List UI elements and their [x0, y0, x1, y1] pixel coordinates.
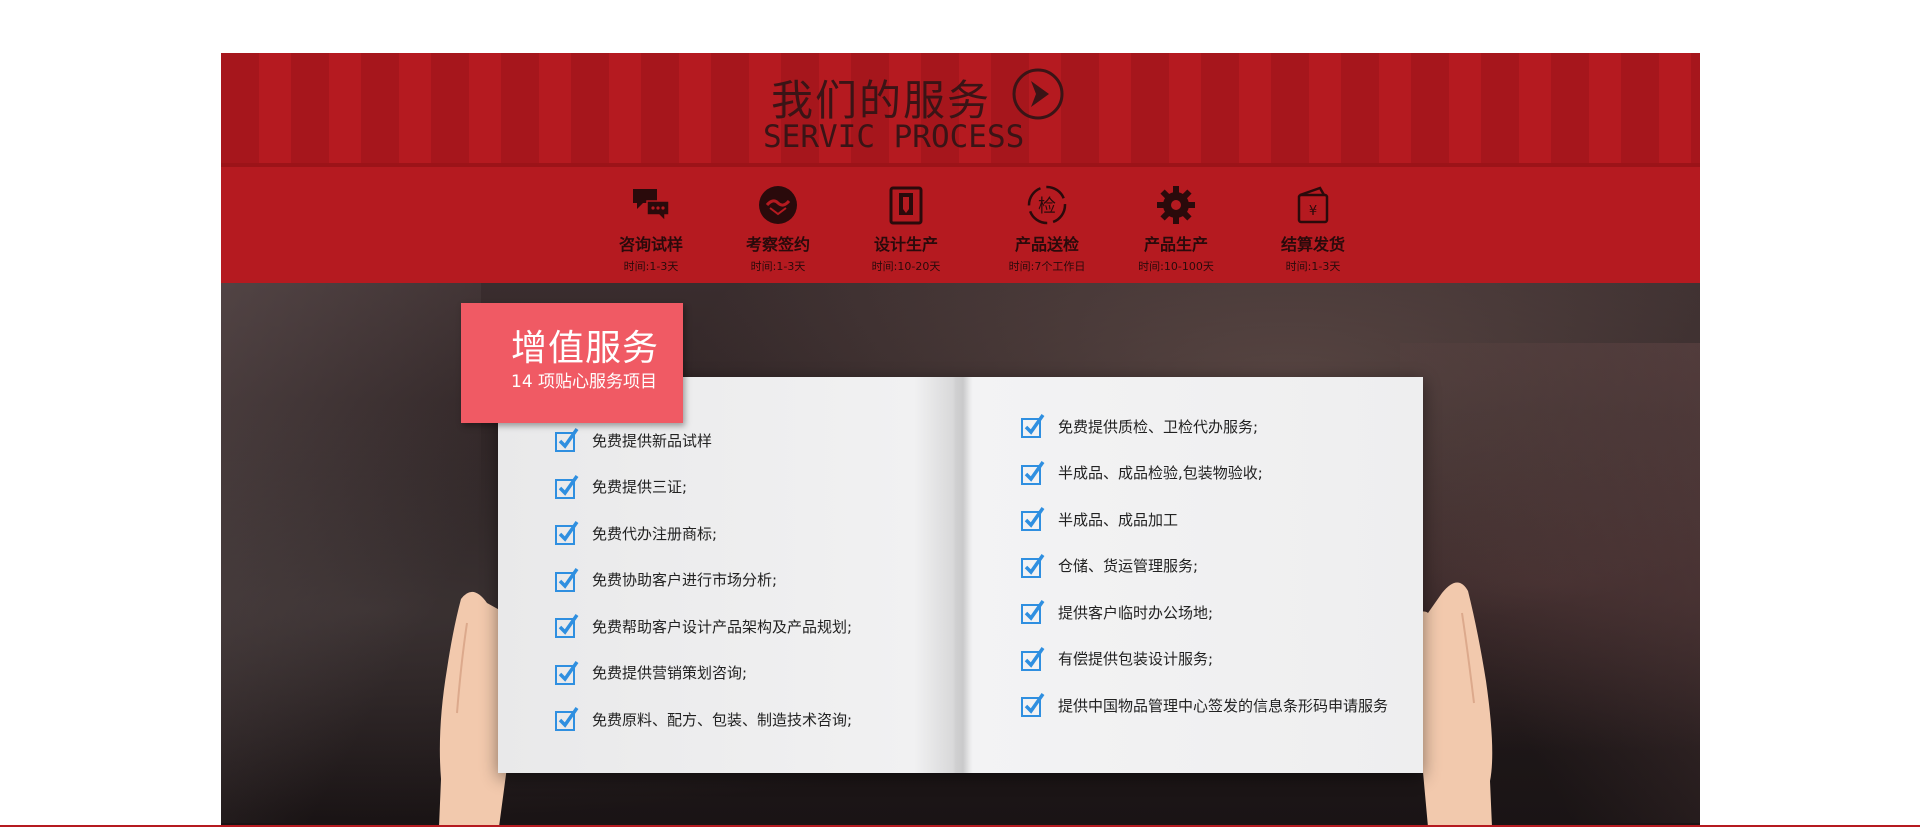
list-item: 提供客户临时办公场地;	[1020, 589, 1388, 636]
list-item: 有偿提供包装设计服务;	[1020, 636, 1388, 683]
checkbox-checked-icon	[1021, 553, 1045, 578]
list-item: 免费提供新品试样	[554, 417, 852, 464]
checkbox-checked-icon	[555, 521, 579, 546]
checkbox-checked-icon	[1021, 600, 1045, 625]
design-icon	[889, 186, 923, 225]
step-name: 考察签约	[745, 235, 810, 254]
checkbox-checked-icon	[1021, 507, 1045, 532]
step-name: 产品送检	[1014, 235, 1079, 254]
step-time: 时间:7个工作日	[1008, 260, 1086, 273]
value-added-tag: 增值服务 14 项贴心服务项目	[461, 303, 683, 423]
checkbox-checked-icon	[555, 614, 579, 639]
step-name: 咨询试样	[618, 235, 683, 254]
step-visit-sign: 考察签约 时间:1-3天	[718, 183, 838, 274]
list-item: 仓储、货运管理服务;	[1020, 543, 1388, 590]
list-item: 半成品、成品检验,包装物验收;	[1020, 450, 1388, 497]
step-time: 时间:1-3天	[623, 260, 679, 273]
value-added-subtitle: 14 项贴心服务项目	[511, 372, 658, 392]
list-item: 免费提供质检、卫检代办服务;	[1020, 403, 1388, 450]
list-item: 提供中国物品管理中心签发的信息条形码申请服务	[1020, 682, 1388, 729]
step-consult: 咨询试样 时间:1-3天	[591, 183, 711, 274]
list-item: 免费提供三证;	[554, 464, 852, 511]
step-name: 结算发货	[1280, 235, 1345, 254]
list-item: 半成品、成品加工	[1020, 496, 1388, 543]
handshake-icon	[759, 186, 797, 224]
step-settle-ship: ¥ 结算发货 时间:1-3天	[1253, 183, 1373, 274]
checkbox-checked-icon	[555, 567, 579, 592]
step-time: 时间:1-3天	[1285, 260, 1341, 273]
inspection-icon: 检	[1027, 185, 1067, 225]
step-time: 时间:1-3天	[750, 260, 806, 273]
checkbox-checked-icon	[555, 707, 579, 732]
svg-text:¥: ¥	[1309, 204, 1317, 219]
checkbox-checked-icon	[555, 660, 579, 685]
service-list-right: 免费提供质检、卫检代办服务; 半成品、成品检验,包装物验收; 半成品、成品加工 …	[1020, 403, 1388, 729]
step-name: 产品生产	[1143, 235, 1208, 254]
list-item: 免费协助客户进行市场分析;	[554, 557, 852, 604]
checkbox-checked-icon	[1021, 693, 1045, 718]
office-photo-background: 免费提供新品试样 免费提供三证; 免费代办注册商标; 免费协助客户进行市场分析;…	[221, 283, 1700, 827]
step-production: 产品生产 时间:10-100天	[1116, 183, 1236, 274]
wallet-icon: ¥	[1297, 186, 1329, 224]
list-item: 免费原料、配方、包装、制造技术咨询;	[554, 696, 852, 743]
list-item: 免费提供营销策划咨询;	[554, 650, 852, 697]
service-process-strip: 我们的服务 SERVIC PROCESS 咨询试样 时间:1-3天 考察签约 时…	[221, 53, 1700, 283]
services-banner: 我们的服务 SERVIC PROCESS 咨询试样 时间:1-3天 考察签约 时…	[221, 53, 1700, 827]
checkbox-checked-icon	[1021, 460, 1045, 485]
gear-icon	[1157, 186, 1195, 224]
svg-text:检: 检	[1038, 196, 1056, 217]
step-time: 时间:10-20天	[871, 260, 941, 273]
step-design: 设计生产 时间:10-20天	[846, 183, 966, 274]
value-added-title: 增值服务	[511, 328, 660, 369]
checkbox-checked-icon	[555, 428, 579, 453]
service-list-left: 免费提供新品试样 免费提供三证; 免费代办注册商标; 免费协助客户进行市场分析;…	[554, 417, 852, 743]
process-steps: 咨询试样 时间:1-3天 考察签约 时间:1-3天 设计生产 时间:10-20天…	[591, 183, 1351, 283]
arrow-right-icon[interactable]	[1011, 67, 1065, 121]
checkbox-checked-icon	[1021, 414, 1045, 439]
step-name: 设计生产	[873, 235, 938, 254]
list-item: 免费代办注册商标;	[554, 510, 852, 557]
checkbox-checked-icon	[555, 474, 579, 499]
step-time: 时间:10-100天	[1138, 260, 1214, 273]
checkbox-checked-icon	[1021, 646, 1045, 671]
section-subtitle: SERVIC PROCESS	[763, 119, 1025, 155]
list-item: 免费帮助客户设计产品架构及产品规划;	[554, 603, 852, 650]
step-inspection: 检 产品送检 时间:7个工作日	[987, 183, 1107, 274]
service-booklet: 免费提供新品试样 免费提供三证; 免费代办注册商标; 免费协助客户进行市场分析;…	[498, 377, 1423, 773]
chat-bubbles-icon	[633, 189, 670, 223]
